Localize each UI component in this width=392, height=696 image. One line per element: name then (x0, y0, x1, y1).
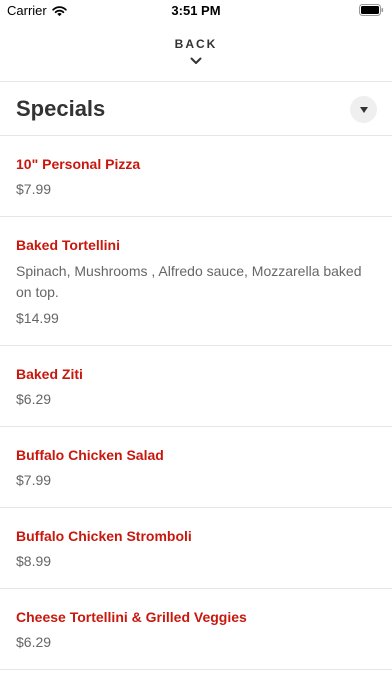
menu-item-name: Baked Tortellini (16, 237, 120, 253)
back-label: BACK (174, 37, 218, 51)
triangle-down-icon (359, 106, 368, 113)
category-dropdown-button[interactable] (350, 96, 377, 123)
section-title: Specials (16, 96, 106, 121)
menu-item[interactable]: 10" Personal Pizza $7.99 (0, 136, 392, 217)
menu-item[interactable]: Cheese Tortellini & Grilled Veggies $6.2… (0, 589, 392, 670)
section-header: Specials (0, 82, 392, 136)
menu-item-price: $8.99 (16, 553, 52, 569)
menu-item-price: $7.99 (16, 181, 52, 197)
chevron-down-icon (190, 57, 202, 64)
battery-icon (359, 4, 384, 16)
menu-item-name: Cheese Tortellini & Grilled Veggies (16, 609, 247, 625)
status-bar: Carrier 3:51 PM (0, 0, 392, 22)
menu-item-name: 10" Personal Pizza (16, 156, 141, 172)
back-button[interactable]: BACK (0, 36, 392, 76)
menu-item-name: Baked Ziti (16, 366, 83, 382)
menu-item[interactable]: Baked Tortellini Spinach, Mushrooms , Al… (0, 217, 392, 346)
menu-item-price: $6.29 (16, 391, 52, 407)
menu-item-price: $7.99 (16, 472, 52, 488)
menu-item-description: Spinach, Mushrooms , Alfredo sauce, Mozz… (16, 263, 362, 300)
menu-item-name: Buffalo Chicken Salad (16, 447, 164, 463)
menu-item-price: $6.29 (16, 634, 52, 650)
menu-item-price: $14.99 (16, 310, 59, 326)
menu-item[interactable]: Buffalo Chicken Stromboli $8.99 (0, 508, 392, 589)
status-time: 3:51 PM (171, 3, 221, 18)
menu-item[interactable]: Baked Ziti $6.29 (0, 346, 392, 427)
menu-item[interactable]: Buffalo Chicken Salad $7.99 (0, 427, 392, 508)
menu-item-name: Buffalo Chicken Stromboli (16, 528, 192, 544)
menu-list: 10" Personal Pizza $7.99 Baked Tortellin… (0, 136, 392, 670)
